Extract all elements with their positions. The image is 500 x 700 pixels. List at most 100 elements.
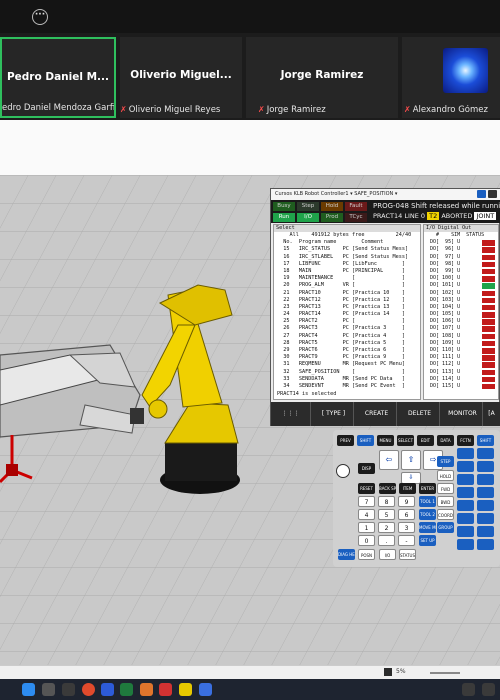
excel-icon[interactable] [120, 683, 133, 696]
jog-key[interactable] [477, 487, 494, 498]
more-options-icon[interactable]: ··· [32, 9, 48, 25]
io-status-indicator[interactable] [482, 369, 495, 376]
io-row[interactable]: DO[ 114] U [424, 376, 498, 383]
program-row[interactable]: 19 MAINTENANCE [ ] [274, 275, 420, 282]
function-key[interactable]: FCTN [457, 435, 474, 446]
participant-tile-2[interactable]: Oliverio Miguel... ✗ Oliverio Miguel Reye… [120, 37, 242, 118]
jog-key[interactable] [477, 474, 494, 485]
arrow-up-left-key[interactable]: ⇦ [379, 450, 399, 470]
numeric-key[interactable]: . [378, 535, 395, 546]
step-key[interactable]: STEP [437, 456, 454, 467]
io-row[interactable]: DO[ 105] U [424, 311, 498, 318]
io-row[interactable]: DO[ 111] U [424, 354, 498, 361]
program-row[interactable]: 21 PRACT10 PC [Practica 10 ] [274, 290, 420, 297]
program-row[interactable]: 18 MAIN PC [PRINCIPAL ] [274, 268, 420, 275]
io-status-indicator[interactable] [482, 261, 495, 268]
coord-key[interactable]: COORD [437, 509, 454, 520]
program-row[interactable]: 24 PRACT14 PC [Practica 14 ] [274, 311, 420, 318]
io-row[interactable]: DO[ 99] U [424, 268, 498, 275]
io-row[interactable]: DO[ 98] U [424, 261, 498, 268]
group-key[interactable]: GROUP [437, 522, 454, 533]
word-icon[interactable] [101, 683, 114, 696]
network-icon[interactable] [482, 683, 495, 696]
program-row[interactable]: 23 PRACT13 PC [Practica 13 ] [274, 304, 420, 311]
arrow-up-key[interactable]: ⇧ [401, 450, 421, 470]
pdf-icon[interactable] [159, 683, 172, 696]
io-row[interactable]: DO[ 96] U [424, 246, 498, 253]
softkey-create[interactable]: CREATE [357, 402, 397, 426]
io-status-indicator[interactable] [482, 340, 495, 347]
function-key[interactable]: PREV [337, 435, 354, 446]
io-row[interactable]: DO[ 102] U [424, 290, 498, 297]
softkey-more[interactable]: [A [483, 402, 500, 426]
pendant-menu-icon[interactable] [488, 190, 497, 198]
io-row[interactable]: DO[ 103] U [424, 297, 498, 304]
roboguide-icon[interactable] [199, 683, 212, 696]
fwd-key[interactable]: FWD [437, 483, 454, 494]
jog-key[interactable] [457, 526, 474, 537]
jog-key[interactable] [477, 526, 494, 537]
jog-key[interactable] [457, 474, 474, 485]
program-row[interactable]: 30 PRACT9 PC [Practica 9 ] [274, 354, 420, 361]
io-status-indicator[interactable] [482, 362, 495, 368]
program-row[interactable]: 25 PRACT2 PC [ ] [274, 318, 420, 325]
numeric-key[interactable]: 9 [398, 496, 415, 507]
numeric-key[interactable]: 6 [398, 509, 415, 520]
disp-key[interactable]: DISP [358, 463, 375, 474]
io-status-indicator[interactable] [482, 304, 495, 311]
program-row[interactable]: 28 PRACT5 PC [Practica 5 ] [274, 340, 420, 347]
chrome-icon[interactable] [82, 683, 95, 696]
softkey-menu[interactable]: ⋮⋮⋮ [271, 402, 311, 426]
io-status-indicator[interactable] [482, 348, 495, 354]
settings-icon[interactable] [62, 683, 75, 696]
program-row[interactable]: 20 PROG_ALM VR [ ] [274, 282, 420, 289]
program-row[interactable]: 22 PRACT12 PC [Practica 12 ] [274, 297, 420, 304]
tool2-key[interactable]: TOOL 2 [419, 509, 436, 520]
io-status-indicator[interactable] [482, 297, 495, 304]
tray-icon[interactable] [462, 683, 475, 696]
numeric-key[interactable]: 3 [398, 522, 415, 533]
jog-key[interactable] [457, 487, 474, 498]
io-row[interactable]: DO[ 101] U [424, 282, 498, 289]
numeric-key[interactable]: 4 [358, 509, 375, 520]
io-status-indicator[interactable] [482, 254, 495, 261]
jog-key[interactable] [477, 500, 494, 511]
function-key[interactable]: SELECT [397, 435, 414, 446]
io-status-indicator[interactable] [482, 247, 495, 253]
numeric-key[interactable]: 5 [378, 509, 395, 520]
function-key[interactable]: DATA [437, 435, 454, 446]
program-row[interactable]: 16 IRC_STLABEL PC [Send Status Mess] [274, 254, 420, 261]
zoom-slider[interactable] [430, 672, 460, 674]
reset-key[interactable]: RESET [358, 483, 375, 494]
io-status-indicator[interactable] [482, 376, 495, 383]
io-status-indicator[interactable] [482, 312, 495, 318]
backspace-key[interactable]: BACK SPACE [379, 483, 396, 494]
status-key[interactable]: STATUS [399, 549, 416, 560]
io-row[interactable]: DO[ 112] U [424, 361, 498, 368]
jog-key[interactable] [457, 448, 474, 459]
jog-key[interactable] [457, 461, 474, 472]
function-key[interactable]: SHIFT [357, 435, 374, 446]
io-row[interactable]: DO[ 110] U [424, 347, 498, 354]
program-row[interactable]: 27 PRACT4 PC [Practica 4 ] [274, 333, 420, 340]
jog-key[interactable] [457, 513, 474, 524]
numeric-key[interactable]: 2 [378, 522, 395, 533]
function-key[interactable]: EDIT [417, 435, 434, 446]
io-row[interactable]: DO[ 115] U [424, 383, 498, 390]
io-status-indicator[interactable] [482, 326, 495, 332]
io-status-indicator[interactable] [482, 240, 495, 246]
io-status-indicator[interactable] [482, 319, 495, 325]
program-row[interactable]: 26 PRACT3 PC [Practica 3 ] [274, 325, 420, 332]
posn-key[interactable]: POSN [358, 549, 375, 560]
io-row[interactable]: DO[ 108] U [424, 333, 498, 340]
io-row[interactable]: DO[ 106] U [424, 318, 498, 325]
bwd-key[interactable]: BWD [437, 496, 454, 507]
move-menu-key[interactable]: MOVE MENU [419, 522, 436, 533]
speed-dial-icon[interactable] [336, 464, 350, 478]
participant-tile-4[interactable]: ✗ Alexandro Gómez [402, 37, 500, 118]
app-icon[interactable] [140, 683, 153, 696]
program-row[interactable]: 15 IRC_STATUS PC [Send Status Mess] [274, 246, 420, 253]
program-row[interactable]: 32 SAFE_POSITION [ ] [274, 369, 420, 376]
numeric-key[interactable]: 0 [358, 535, 375, 546]
hold-key[interactable]: HOLD [437, 470, 454, 481]
